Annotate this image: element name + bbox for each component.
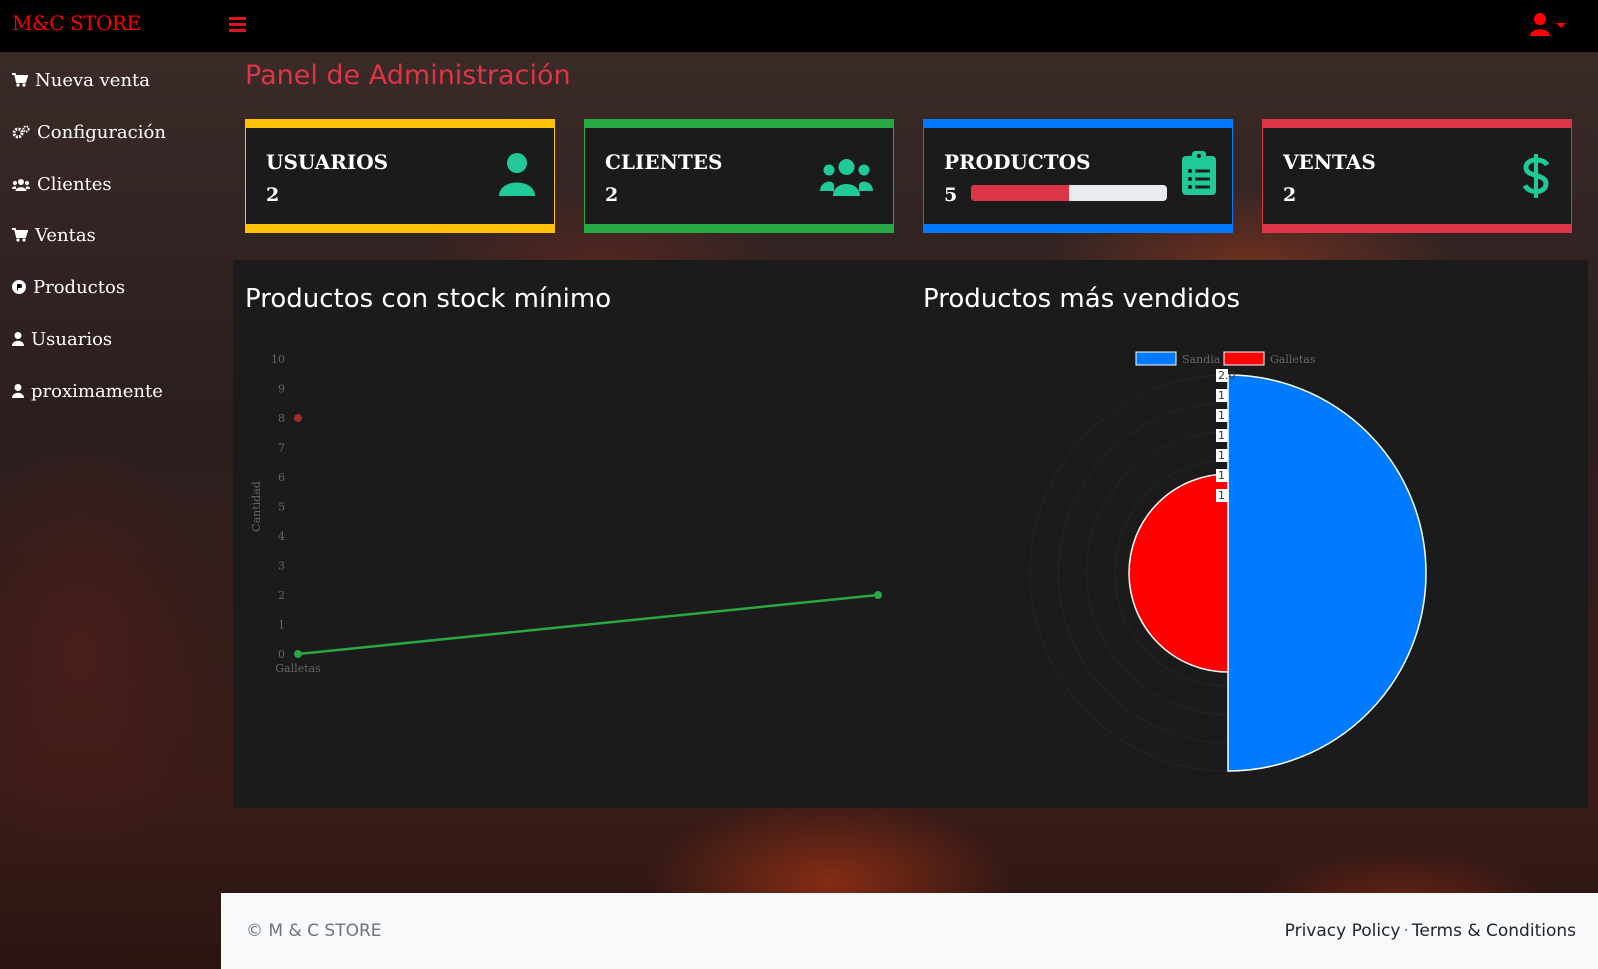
page-title: Panel de Administración <box>245 60 571 91</box>
card-title: CLIENTES <box>605 150 723 174</box>
sidebar-item-label: proximamente <box>31 380 163 402</box>
legend-label: Sandia <box>1182 353 1221 366</box>
footer: © M & C STORE Privacy Policy · Terms & Con… <box>221 893 1598 969</box>
y-tick-label: 6 <box>278 471 285 484</box>
users-icon <box>820 158 873 200</box>
stat-card-clientes[interactable]: CLIENTES 2 <box>584 119 894 233</box>
card-title: VENTAS <box>1283 150 1376 174</box>
clipboard-list-icon <box>1182 151 1216 199</box>
user-icon <box>12 384 24 398</box>
series-line <box>297 593 879 656</box>
privacy-policy-link[interactable]: Privacy Policy <box>1285 921 1401 941</box>
stat-card-productos[interactable]: PRODUCTOS 5 <box>923 119 1233 233</box>
product-hunt-icon <box>12 280 26 294</box>
y-tick-label: 9 <box>278 383 285 396</box>
y-tick-label: 10 <box>271 353 285 366</box>
cart-icon <box>12 228 28 242</box>
progress-bar <box>971 185 1167 201</box>
scale-label: 1 <box>1218 429 1225 442</box>
user-icon <box>12 332 24 346</box>
data-point <box>294 650 302 658</box>
y-tick-label: 2 <box>278 589 285 602</box>
cogs-icon <box>12 125 30 139</box>
sidebar-item-label: Clientes <box>37 173 112 195</box>
terms-link[interactable]: Terms & Conditions <box>1412 921 1576 941</box>
charts-panel: Productos con stock mínimo Productos más… <box>233 260 1588 808</box>
top-navbar: M&C STORE <box>0 0 1598 52</box>
sidebar-item-nueva-venta[interactable]: Nueva venta <box>12 65 150 95</box>
stat-card-ventas[interactable]: VENTAS 2 <box>1262 119 1572 233</box>
cart-icon <box>12 73 28 87</box>
users-icon <box>12 178 30 191</box>
card-title: PRODUCTOS <box>944 150 1091 174</box>
y-tick-label: 5 <box>278 501 285 514</box>
y-tick-label: 0 <box>278 648 285 661</box>
sidebar-item-configuracion[interactable]: Configuración <box>12 117 166 147</box>
sidebar-item-label: Usuarios <box>31 328 113 350</box>
stat-card-usuarios[interactable]: USUARIOS 2 <box>245 119 555 233</box>
card-value: 2 <box>605 184 619 206</box>
caret-down-icon <box>1556 23 1566 28</box>
card-value: 2 <box>266 184 280 206</box>
user-icon <box>498 152 536 200</box>
charts-canvas: 0 1 2 3 4 5 6 7 8 9 10 Cantidad Galletas Sandia Gallet… <box>250 351 1427 772</box>
y-tick-label: 7 <box>278 442 285 455</box>
brand-logo[interactable]: M&C STORE <box>12 11 141 35</box>
copyright-text: © M & C STORE <box>246 921 382 941</box>
y-tick-label: 1 <box>278 619 285 632</box>
sidebar-item-label: Productos <box>33 276 126 298</box>
y-axis-label: Cantidad <box>250 481 263 532</box>
sidebar-item-clientes[interactable]: Clientes <box>12 169 112 199</box>
sidebar-item-label: Ventas <box>35 224 96 246</box>
pie-slice <box>1128 473 1229 673</box>
sidebar-item-productos[interactable]: Productos <box>12 272 125 302</box>
y-tick-label: 4 <box>278 530 285 543</box>
scale-label: 1 <box>1218 409 1225 422</box>
legend-swatch <box>1135 351 1177 366</box>
data-point <box>294 414 302 422</box>
legend-swatch <box>1223 351 1265 366</box>
menu-toggle-icon[interactable] <box>229 16 246 32</box>
scale-label: 1 <box>1218 449 1225 462</box>
sidebar-item-ventas[interactable]: Ventas <box>12 220 96 250</box>
footer-links: Privacy Policy · Terms & Conditions <box>1285 921 1576 941</box>
card-value: 2 <box>1283 184 1297 206</box>
user-icon <box>1530 13 1566 36</box>
scale-label: 1 <box>1218 389 1225 402</box>
legend-label: Galletas <box>1270 353 1316 366</box>
progress-fill <box>971 185 1069 201</box>
card-title: USUARIOS <box>266 150 389 174</box>
scale-label: 1 <box>1218 469 1225 482</box>
footer-separator: · <box>1403 921 1409 941</box>
x-tick-label: Galletas <box>275 662 321 675</box>
scale-label: 1 <box>1218 489 1225 502</box>
pie-slice <box>1227 374 1427 772</box>
scale-label: 2.0 <box>1218 369 1236 382</box>
y-tick-label: 3 <box>278 560 285 573</box>
dollar-icon <box>1522 154 1550 202</box>
sidebar-item-usuarios[interactable]: Usuarios <box>12 324 112 354</box>
sidebar-item-proximamente[interactable]: proximamente <box>12 376 163 406</box>
data-point <box>874 591 882 599</box>
y-tick-label: 8 <box>278 412 285 425</box>
user-dropdown[interactable] <box>1530 12 1580 38</box>
sidebar-item-label: Configuración <box>37 121 166 143</box>
sidebar: Nueva venta Configuración Clientes Venta… <box>0 52 232 969</box>
card-value: 5 <box>944 184 958 206</box>
sidebar-item-label: Nueva venta <box>35 69 150 91</box>
